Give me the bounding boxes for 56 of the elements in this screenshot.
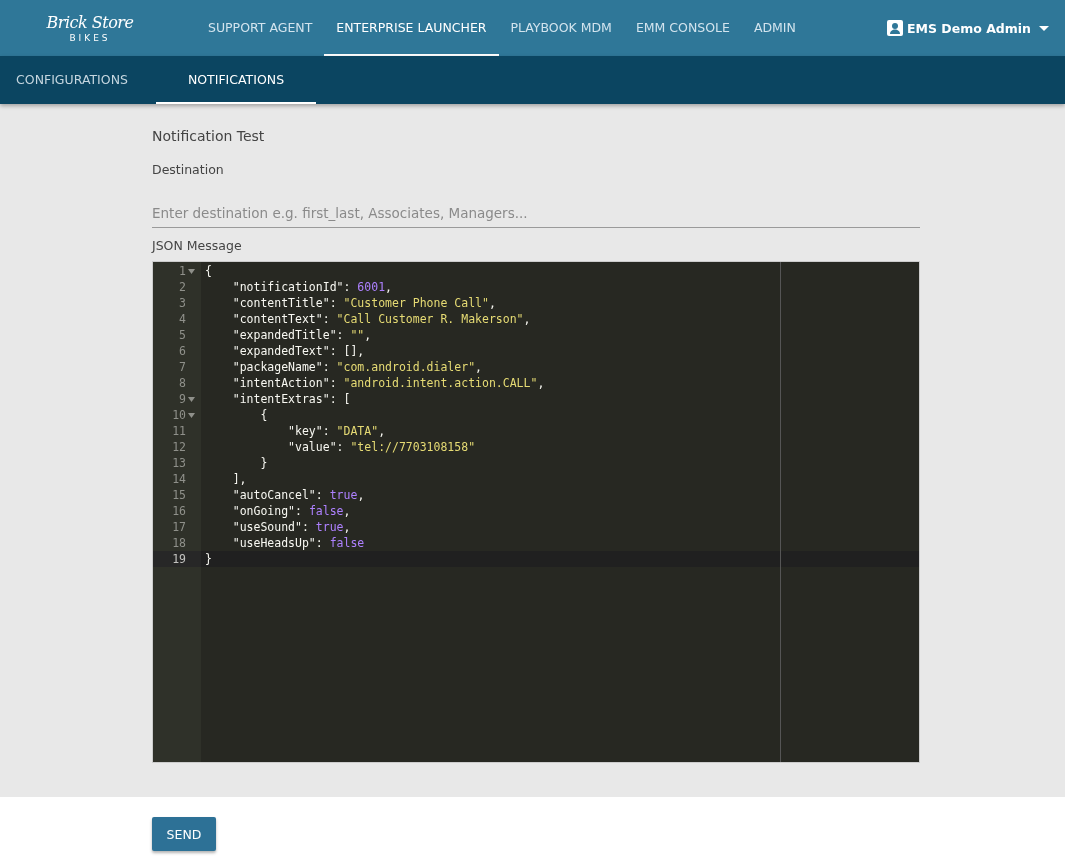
code-line: "expandedTitle": "",: [231, 327, 372, 343]
line-number: 6: [179, 344, 186, 358]
code-line: {: [205, 263, 212, 279]
line-number: 12: [172, 440, 186, 454]
code-editor[interactable]: [152, 261, 920, 763]
fold-icon[interactable]: [188, 268, 195, 274]
line-number: 1: [179, 264, 186, 278]
form-title: Notification Test: [152, 128, 266, 146]
line-number: 15: [172, 488, 186, 502]
nav-tab[interactable]: ADMIN: [741, 0, 808, 56]
nav-tab[interactable]: SUPPORT AGENT: [196, 0, 325, 56]
code-line: "contentTitle": "Customer Phone Call",: [231, 295, 496, 311]
fold-icon[interactable]: [188, 396, 195, 402]
sub-tab[interactable]: CONFIGURATIONS: [0, 56, 144, 104]
line-number: 7: [179, 360, 186, 374]
code-line: "notificationId": 6001,: [231, 279, 392, 295]
code-line: "intentAction": "android.intent.action.CALL",: [231, 375, 545, 391]
logo: Brick Store BIKES: [45, 12, 135, 45]
line-number: 11: [172, 424, 186, 438]
line-number: 5: [179, 328, 186, 342]
line-number: 8: [179, 376, 186, 390]
field-label: Destination: [152, 162, 225, 177]
nav-tab[interactable]: EMM CONSOLE: [623, 0, 742, 56]
code-line: "packageName": "com.android.dialer",: [231, 359, 482, 375]
caret-icon: [1039, 25, 1049, 31]
line-number: 17: [172, 520, 186, 534]
code-line: "useHeadsUp": false: [231, 535, 365, 551]
code-line: "value": "tel://7703108158": [287, 439, 476, 455]
send-button[interactable]: SEND: [152, 817, 216, 851]
destination-field[interactable]: Enter destination e.g. first_last, Associates, Managers...: [152, 201, 920, 228]
code-line: "expandedText": [],: [231, 343, 365, 359]
user-icon: [887, 20, 903, 36]
code-line: }: [259, 455, 268, 471]
line-number: 4: [179, 312, 186, 326]
line-number: 14: [172, 472, 186, 486]
code-line: "intentExtras": [: [231, 391, 351, 407]
code-line: {: [259, 407, 268, 423]
code-line: "contentText": "Call Customer R. Makerson",: [231, 311, 531, 327]
fold-icon[interactable]: [188, 412, 195, 418]
code-line: "key": "DATA",: [287, 423, 386, 439]
line-number: 9: [179, 392, 186, 406]
code-line: ],: [231, 471, 247, 487]
user-menu[interactable]: EMS Demo Admin: [887, 0, 1049, 56]
line-number: 10: [172, 408, 186, 422]
field-label: JSON Message: [152, 238, 243, 253]
line-number: 18: [172, 536, 186, 550]
line-number: 13: [172, 456, 186, 470]
line-number: 19: [172, 552, 186, 566]
code-line: "onGoing": false,: [231, 503, 351, 519]
code-line: }: [205, 551, 212, 567]
nav-tab[interactable]: PLAYBOOK MDM: [498, 0, 624, 56]
line-number: 16: [172, 504, 186, 518]
code-line: "useSound": true,: [231, 519, 351, 535]
line-number: 3: [179, 296, 186, 310]
code-line: "autoCancel": true,: [231, 487, 365, 503]
line-number: 2: [179, 280, 186, 294]
